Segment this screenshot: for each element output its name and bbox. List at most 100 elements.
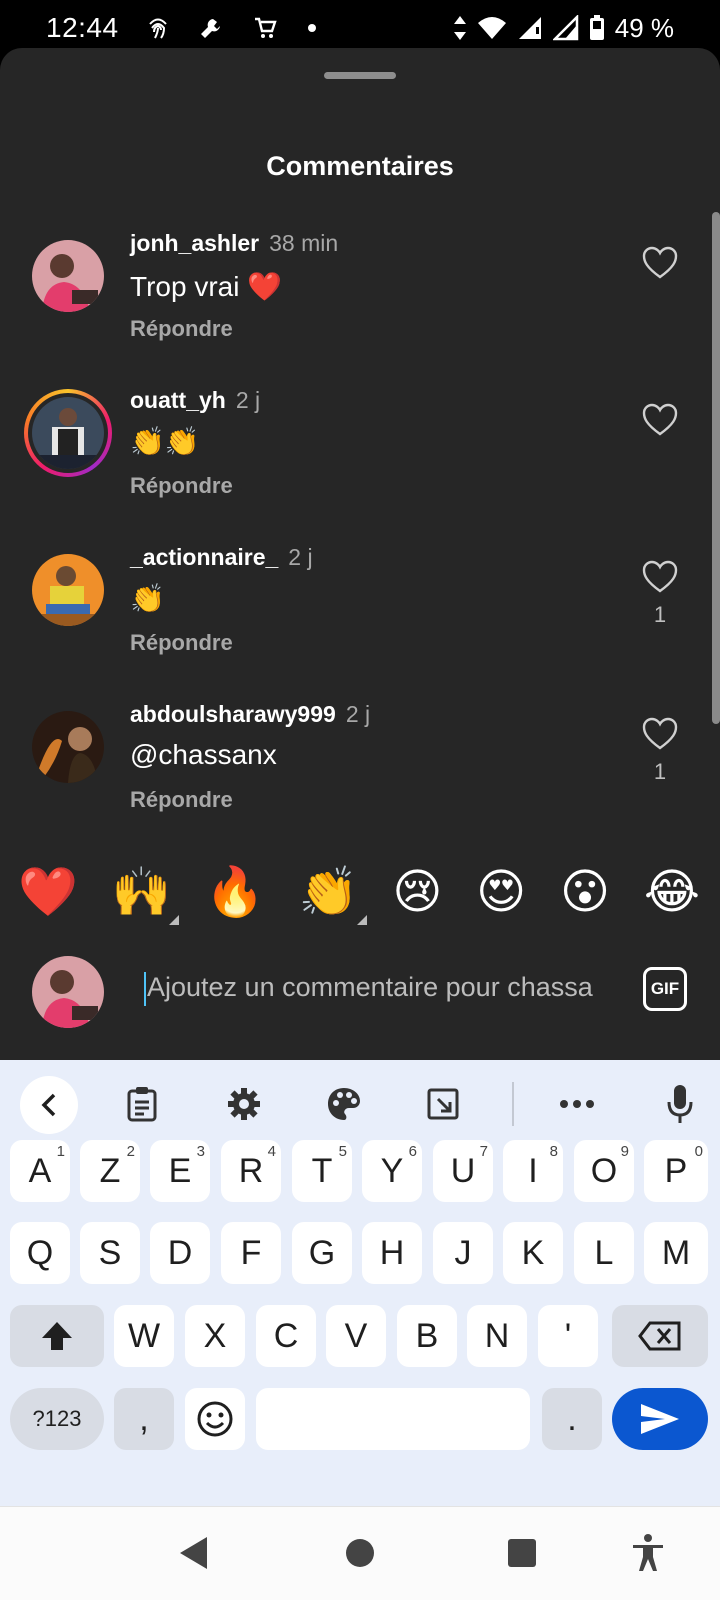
key-r[interactable]: R4 — [221, 1140, 281, 1202]
comment-username[interactable]: ouatt_yh 2 j — [130, 387, 260, 414]
nav-back-button[interactable] — [172, 1531, 216, 1575]
key-d[interactable]: D — [150, 1222, 210, 1284]
heart-icon[interactable] — [642, 717, 678, 751]
key-i[interactable]: I8 — [503, 1140, 563, 1202]
heart-icon[interactable] — [642, 246, 678, 280]
settings-button[interactable] — [222, 1082, 266, 1126]
comma-key[interactable]: , — [114, 1388, 174, 1450]
key-q[interactable]: Q — [10, 1222, 70, 1284]
key-hint: 4 — [267, 1143, 276, 1160]
accessibility-button[interactable] — [626, 1531, 670, 1575]
comment-username-text[interactable]: jonh_ashler — [130, 230, 259, 256]
key-s[interactable]: S — [80, 1222, 140, 1284]
key-x[interactable]: X — [185, 1305, 245, 1367]
key-hint: 9 — [620, 1143, 629, 1160]
symbols-key[interactable]: ?123 — [10, 1388, 104, 1450]
key-u[interactable]: U7 — [433, 1140, 493, 1202]
avatar[interactable] — [32, 240, 104, 312]
shift-key[interactable] — [10, 1305, 104, 1367]
comment-time: 2 j — [288, 544, 313, 570]
heart-icon[interactable] — [642, 560, 678, 594]
toolbar-back-button[interactable] — [20, 1076, 78, 1134]
key-label: A — [28, 1151, 52, 1190]
avatar[interactable] — [32, 554, 104, 626]
comment-username-text[interactable]: abdoulsharawy999 — [130, 701, 336, 727]
clipboard-button[interactable] — [120, 1082, 164, 1126]
floating-keyboard-button[interactable] — [422, 1082, 466, 1126]
spacebar[interactable] — [256, 1388, 530, 1450]
comment-username[interactable]: _actionnaire_ 2 j — [130, 544, 313, 571]
nav-recents-button[interactable] — [500, 1531, 544, 1575]
key-f[interactable]: F — [221, 1222, 281, 1284]
key-p[interactable]: P0 — [644, 1140, 708, 1202]
gif-button[interactable]: GIF — [643, 967, 687, 1011]
key-j[interactable]: J — [433, 1222, 493, 1284]
key-o[interactable]: O9 — [574, 1140, 634, 1202]
key-c[interactable]: C — [256, 1305, 316, 1367]
key-apostrophe[interactable]: ' — [538, 1305, 598, 1367]
emoji-raised-hands-button[interactable]: 🙌 — [112, 869, 180, 925]
heart-icon[interactable] — [642, 403, 678, 437]
comment-username-text[interactable]: ouatt_yh — [130, 387, 226, 413]
send-key[interactable] — [612, 1388, 708, 1450]
key-e[interactable]: E3 — [150, 1140, 210, 1202]
emoji-laughing-button[interactable]: 😂 — [644, 869, 700, 917]
avatar[interactable] — [32, 711, 104, 783]
theme-button[interactable] — [322, 1082, 366, 1126]
emoji-fire-button[interactable]: 🔥 — [205, 869, 265, 917]
comment-item: ouatt_yh 2 j 👏👏 Répondre — [0, 381, 720, 531]
comment-input[interactable]: Ajoutez un commentaire pour chassa — [144, 972, 593, 1006]
key-n[interactable]: N — [467, 1305, 527, 1367]
keyboard: A1 Z2 E3 R4 T5 Y6 U7 I8 O9 P0 Q S D F G … — [0, 1060, 720, 1506]
key-z[interactable]: Z2 — [80, 1140, 140, 1202]
comment-text: Trop vrai ❤️ — [130, 271, 283, 302]
key-g[interactable]: G — [292, 1222, 352, 1284]
reply-button[interactable]: Répondre — [130, 316, 233, 342]
more-options-button[interactable] — [555, 1082, 599, 1126]
key-b[interactable]: B — [397, 1305, 457, 1367]
signal-icon — [552, 15, 578, 41]
comment-username[interactable]: abdoulsharawy999 2 j — [130, 701, 370, 728]
comment-time: 38 min — [269, 230, 339, 256]
backspace-key[interactable] — [612, 1305, 708, 1367]
palette-icon — [328, 1088, 360, 1120]
key-hint: 1 — [56, 1143, 65, 1160]
voice-input-button[interactable] — [658, 1082, 702, 1126]
period-key[interactable]: . — [542, 1388, 602, 1450]
comment-time: 2 j — [345, 701, 371, 727]
reply-button[interactable]: Répondre — [130, 473, 233, 499]
emoji-heart-eyes-button[interactable]: 😍 — [476, 869, 526, 917]
gear-icon — [228, 1088, 260, 1120]
avatar-story-ring[interactable] — [24, 389, 112, 477]
key-m[interactable]: M — [644, 1222, 708, 1284]
comment-username[interactable]: jonh_ashler 38 min — [130, 230, 338, 257]
key-y[interactable]: Y6 — [362, 1140, 422, 1202]
comment-item: _actionnaire_ 2 j 👏 Répondre 1 — [0, 538, 720, 688]
comment-input-row: Ajoutez un commentaire pour chassa GIF — [0, 944, 720, 1044]
key-t[interactable]: T5 — [292, 1140, 352, 1202]
key-k[interactable]: K — [503, 1222, 563, 1284]
dot-icon — [307, 24, 316, 32]
emoji-clap-glyph: 👏 — [298, 866, 359, 919]
comment-time: 2 j — [235, 387, 261, 413]
key-l[interactable]: L — [574, 1222, 634, 1284]
reply-button[interactable]: Répondre — [130, 630, 233, 656]
send-icon — [641, 1404, 679, 1434]
key-a[interactable]: A1 — [10, 1140, 70, 1202]
avatar[interactable] — [32, 397, 104, 469]
comment-item: jonh_ashler 38 min Trop vrai ❤️ Répondre — [0, 224, 720, 374]
emoji-heart-button[interactable]: ❤️ — [18, 869, 78, 917]
key-w[interactable]: W — [114, 1305, 174, 1367]
emoji-key[interactable] — [185, 1388, 245, 1450]
key-label: R — [238, 1151, 264, 1190]
comment-username-text[interactable]: _actionnaire_ — [130, 544, 278, 570]
emoji-crying-button[interactable]: 😢 — [392, 869, 442, 917]
reply-button[interactable]: Répondre — [130, 787, 233, 813]
nav-home-button[interactable] — [338, 1531, 382, 1575]
sheet-grabber[interactable] — [324, 72, 396, 79]
key-v[interactable]: V — [326, 1305, 386, 1367]
key-h[interactable]: H — [362, 1222, 422, 1284]
emoji-clap-button[interactable]: 👏 — [298, 866, 367, 925]
fingerprint-icon — [148, 18, 167, 39]
emoji-surprised-button[interactable]: 😮 — [560, 869, 610, 917]
